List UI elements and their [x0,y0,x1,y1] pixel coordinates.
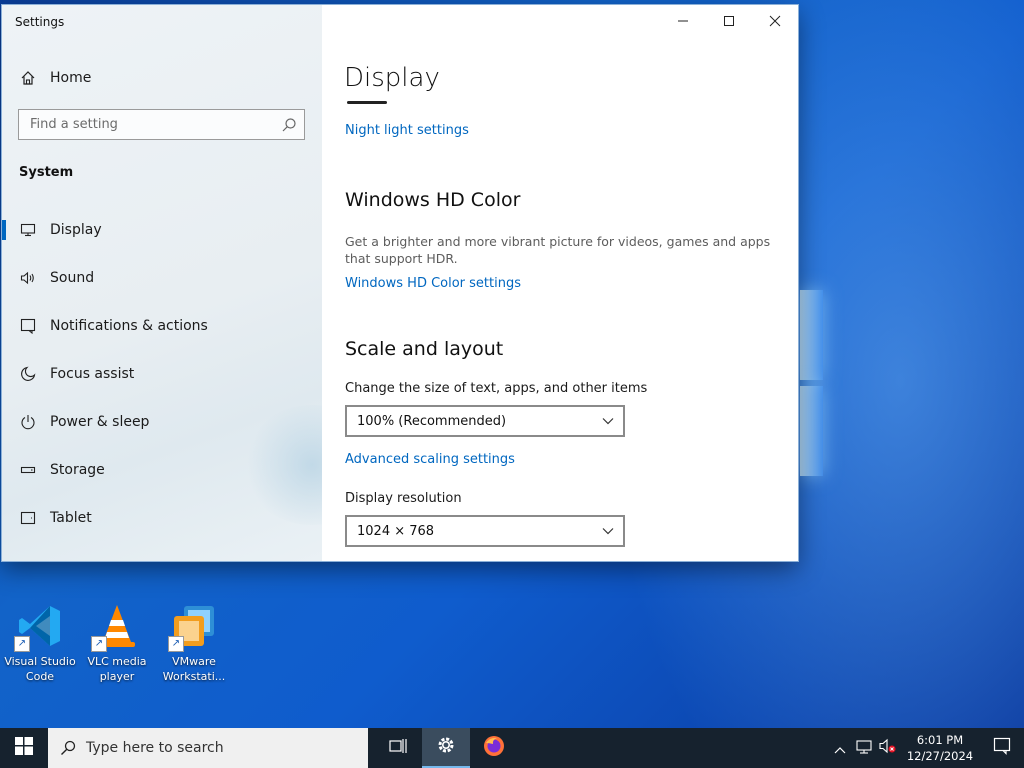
vmware-icon: ↗ [168,602,218,652]
taskbar-search-placeholder: Type here to search [86,740,224,756]
task-view-button[interactable] [374,728,422,768]
vscode-icon: ↗ [14,602,64,652]
desktop-icon-vlc[interactable]: ↗ VLC media player [78,602,156,684]
notification-icon [18,316,38,336]
firefox-icon [482,734,506,762]
nav-item-tablet[interactable]: Tablet [2,500,322,536]
nav-item-label: Sound [50,270,95,286]
system-tray: 6:01 PM 12/27/2024 [828,728,1024,768]
vlc-icon: ↗ [91,602,141,652]
gear-icon [436,735,456,759]
nav-item-label: Storage [50,462,105,478]
nav-item-focus-assist[interactable]: Focus assist [2,356,322,392]
desktop-icon-label: VLC media [87,655,147,668]
clock-date: 12/27/2024 [906,749,974,763]
night-light-settings-link[interactable]: Night light settings [345,123,469,138]
network-icon [856,739,872,758]
settings-window: Settings Home System Display Sound [2,5,798,561]
task-view-icon [389,738,407,758]
advanced-scaling-link[interactable]: Advanced scaling settings [345,452,515,467]
desktop-icon-label: Workstati... [162,670,226,683]
resolution-dropdown-value: 1024 × 768 [357,523,435,539]
minimize-icon [677,12,689,31]
volume-muted-icon [879,738,897,758]
taskbar-firefox-app[interactable] [470,728,518,768]
search-icon [280,116,298,134]
nav-item-label: Focus assist [50,366,135,382]
window-title: Settings [15,15,65,29]
taskbar-clock[interactable]: 6:01 PM 12/27/2024 [900,732,980,764]
nav-item-label: Power & sleep [50,414,150,430]
page-title: Display [344,63,440,93]
nav-item-label: Tablet [50,510,92,526]
show-hidden-icons-button[interactable] [828,728,852,768]
search-icon [60,740,76,756]
chevron-down-icon [593,527,623,535]
minimize-button[interactable] [660,5,706,37]
clock-time: 6:01 PM [916,733,964,747]
section-system-label: System [19,165,74,180]
home-icon [18,68,38,88]
caption-buttons [660,5,798,37]
monitor-icon [18,220,38,240]
scale-layout-heading: Scale and layout [345,338,504,360]
nav-item-display[interactable]: Display [2,212,322,248]
nav-home-label: Home [50,70,92,86]
resolution-dropdown[interactable]: 1024 × 768 [345,515,625,547]
shortcut-arrow-icon: ↗ [14,636,30,652]
hd-color-settings-link[interactable]: Windows HD Color settings [345,276,521,291]
desktop-icon-label: Visual Studio [4,655,76,668]
start-button[interactable] [0,728,48,768]
title-underline [347,101,387,104]
scale-dropdown[interactable]: 100% (Recommended) [345,405,625,437]
notification-icon [993,737,1011,759]
close-icon [769,12,781,31]
desktop-icon-label: VMware [172,655,216,668]
shortcut-arrow-icon: ↗ [168,636,184,652]
desktop-icon-vscode[interactable]: ↗ Visual Studio Code [1,602,79,684]
speaker-icon [18,268,38,288]
chevron-down-icon [593,417,623,425]
desktop-icon-vmware[interactable]: ↗ VMware Workstati... [155,602,233,684]
nav-item-sound[interactable]: Sound [2,260,322,296]
power-icon [18,412,38,432]
navigation-pane: Settings Home System Display Sound [2,5,382,561]
tablet-icon [18,508,38,528]
taskbar-search-box[interactable]: Type here to search [48,728,368,768]
desktop-icon-label: Code [25,670,55,683]
find-setting-search[interactable] [18,109,305,140]
resolution-label: Display resolution [345,491,462,506]
action-center-button[interactable] [980,728,1024,768]
taskbar-settings-app[interactable] [422,728,470,768]
nav-item-label: Notifications & actions [50,318,208,334]
storage-icon [18,460,38,480]
taskbar: Type here to search 6:01 PM 12/27/2024 [0,728,1024,768]
hd-color-description: Get a brighter and more vibrant picture … [345,234,771,266]
volume-button[interactable] [876,728,900,768]
nav-item-notifications[interactable]: Notifications & actions [2,308,322,344]
hd-color-heading: Windows HD Color [345,189,521,211]
find-setting-input[interactable] [19,110,270,139]
nav-item-storage[interactable]: Storage [2,452,322,488]
size-label: Change the size of text, apps, and other… [345,381,648,396]
scale-dropdown-value: 100% (Recommended) [357,413,507,429]
maximize-button[interactable] [706,5,752,37]
nav-item-power-sleep[interactable]: Power & sleep [2,404,322,440]
nav-home[interactable]: Home [2,60,322,96]
windows-logo-wallpaper [800,290,823,480]
network-button[interactable] [852,728,876,768]
nav-item-label: Display [50,222,102,238]
content-pane: Display Night light settings Windows HD … [322,5,798,561]
shortcut-arrow-icon: ↗ [91,636,107,652]
moon-icon [18,364,38,384]
chevron-up-icon [834,739,846,758]
close-button[interactable] [752,5,798,37]
maximize-icon [723,12,735,31]
windows-start-icon [15,737,33,759]
desktop-icon-label: player [99,670,135,683]
